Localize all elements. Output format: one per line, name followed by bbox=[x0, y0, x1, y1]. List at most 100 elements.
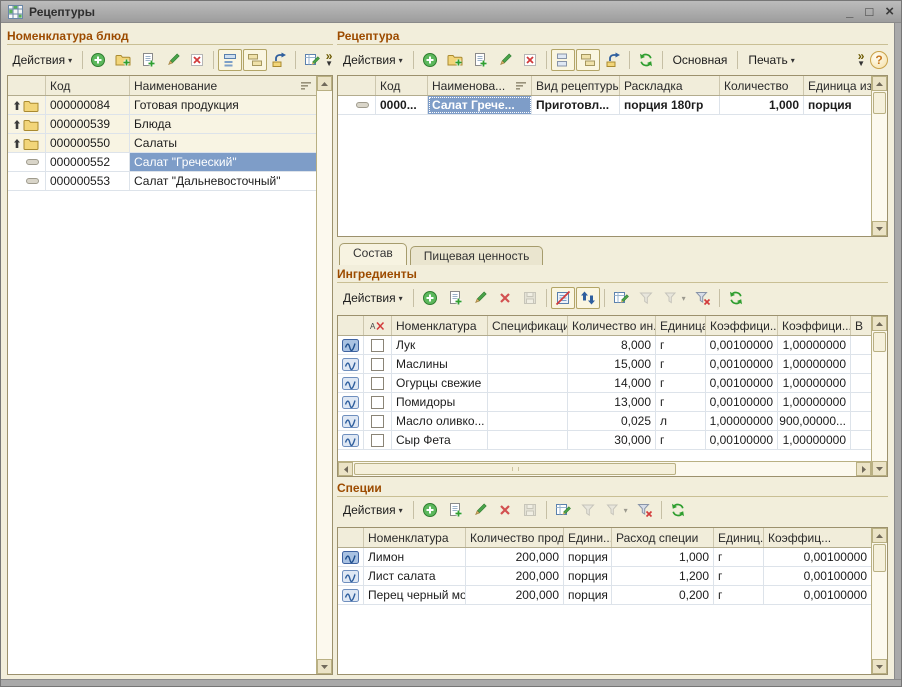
scroll-down-button[interactable] bbox=[872, 221, 887, 236]
vertical-scrollbar[interactable] bbox=[871, 316, 887, 476]
scroll-thumb[interactable] bbox=[873, 332, 886, 352]
tab-composition[interactable]: Состав bbox=[339, 243, 407, 265]
coef-column-header[interactable]: Коэффиц... bbox=[764, 528, 871, 547]
add-button[interactable] bbox=[418, 287, 442, 309]
nomenclature-column-header[interactable]: Номенклатура bbox=[364, 528, 466, 547]
add-group-button[interactable] bbox=[111, 49, 135, 71]
filter-by-value-button[interactable]: ▾ bbox=[601, 499, 632, 521]
group-view-button[interactable] bbox=[243, 49, 267, 71]
clear-filter-button[interactable] bbox=[633, 499, 657, 521]
scroll-track[interactable] bbox=[677, 462, 856, 476]
toolbar-overflow-button[interactable]: » ▼ bbox=[325, 52, 333, 68]
add-button[interactable] bbox=[87, 49, 111, 71]
add-button[interactable] bbox=[418, 49, 442, 71]
group-view-button[interactable] bbox=[576, 49, 600, 71]
toolbar-overflow-button[interactable]: » ▼ bbox=[857, 52, 865, 68]
filter-button[interactable] bbox=[576, 499, 600, 521]
table-row[interactable]: 000000084 Готовая продукция bbox=[8, 96, 316, 115]
name-column-header[interactable]: Наименование bbox=[130, 76, 316, 95]
refresh-button[interactable] bbox=[634, 49, 658, 71]
consumption-column-header[interactable]: Расход специи bbox=[612, 528, 714, 547]
tab-nutrition[interactable]: Пищевая ценность bbox=[410, 246, 544, 265]
row-checkbox[interactable] bbox=[371, 434, 384, 447]
specification-column-header[interactable]: Спецификаци... bbox=[488, 316, 568, 335]
list-settings-button[interactable] bbox=[609, 287, 633, 309]
save-totals-button[interactable] bbox=[518, 499, 542, 521]
refresh-button[interactable] bbox=[666, 499, 690, 521]
clear-filter-button[interactable] bbox=[691, 287, 715, 309]
filter-button[interactable] bbox=[634, 287, 658, 309]
add-button[interactable] bbox=[418, 499, 442, 521]
table-row[interactable]: 000000550 Салаты bbox=[8, 134, 316, 153]
table-row[interactable]: 000000539 Блюда bbox=[8, 115, 316, 134]
row-order-button[interactable] bbox=[576, 287, 600, 309]
copy-button[interactable] bbox=[468, 49, 492, 71]
scroll-thumb[interactable] bbox=[354, 463, 676, 475]
scroll-track[interactable] bbox=[317, 91, 332, 659]
recipe-type-column-header[interactable]: Вид рецептуры bbox=[532, 76, 620, 95]
copy-button[interactable] bbox=[443, 287, 467, 309]
table-row-selected[interactable]: 0000... Салат Грече... Приготовл... порц… bbox=[338, 96, 871, 115]
main-view-button[interactable]: Основная bbox=[667, 49, 734, 71]
refresh-button[interactable] bbox=[724, 287, 748, 309]
table-row[interactable]: Маслины 15,000 г 0,00100000 1,00000000 bbox=[338, 355, 871, 374]
add-group-button[interactable] bbox=[443, 49, 467, 71]
window-border-right[interactable] bbox=[894, 23, 901, 686]
row-checkbox[interactable] bbox=[371, 396, 384, 409]
row-checkbox[interactable] bbox=[371, 377, 384, 390]
name-column-header[interactable]: Наименова... bbox=[428, 76, 532, 95]
scroll-up-button[interactable] bbox=[872, 528, 887, 543]
list-settings-button[interactable] bbox=[551, 499, 575, 521]
table-row[interactable]: Огурцы свежие 14,000 г 0,00100000 1,0000… bbox=[338, 374, 871, 393]
vertical-scrollbar[interactable] bbox=[871, 528, 887, 674]
save-totals-button[interactable] bbox=[518, 287, 542, 309]
maximize-button[interactable]: □ bbox=[865, 5, 873, 18]
ingredients-actions-button[interactable]: Действия ▾ bbox=[337, 287, 409, 309]
coef1-column-header[interactable]: Коэффици... bbox=[706, 316, 778, 335]
unit-column-header[interactable]: Единица изм... bbox=[804, 76, 871, 95]
row-checkbox[interactable] bbox=[371, 415, 384, 428]
list-settings-button[interactable] bbox=[300, 49, 324, 71]
table-row[interactable]: 000000553 Салат "Дальневосточный" bbox=[8, 172, 316, 191]
no-recalc-column-header[interactable]: А bbox=[364, 316, 392, 335]
row-checkbox[interactable] bbox=[371, 339, 384, 352]
scroll-up-button[interactable] bbox=[317, 76, 332, 91]
quantity-column-header[interactable]: Количество bbox=[720, 76, 804, 95]
delete-button[interactable] bbox=[185, 49, 209, 71]
layout-column-header[interactable]: Раскладка bbox=[620, 76, 720, 95]
help-button[interactable]: ? bbox=[870, 51, 888, 69]
toggle-inactive-rows-button[interactable] bbox=[551, 287, 575, 309]
scroll-down-button[interactable] bbox=[872, 659, 887, 674]
edit-button[interactable] bbox=[468, 287, 492, 309]
scroll-down-button[interactable] bbox=[872, 461, 887, 476]
coef2-column-header[interactable]: Коэффици... bbox=[778, 316, 851, 335]
move-to-group-button[interactable] bbox=[268, 49, 292, 71]
window-border-bottom[interactable] bbox=[1, 679, 901, 686]
code-column-header[interactable]: Код bbox=[46, 76, 130, 95]
vertical-scrollbar[interactable] bbox=[871, 76, 887, 236]
delete-button[interactable] bbox=[493, 499, 517, 521]
spices-actions-button[interactable]: Действия ▾ bbox=[337, 499, 409, 521]
title-bar[interactable]: Рецептуры _ □ × bbox=[1, 1, 901, 23]
table-row[interactable]: Масло оливко... 0,025 л 1,00000000 900,0… bbox=[338, 412, 871, 431]
tree-column-header[interactable] bbox=[8, 76, 46, 95]
edit-button[interactable] bbox=[468, 499, 492, 521]
scroll-thumb[interactable] bbox=[873, 544, 886, 572]
hierarchy-view-button[interactable] bbox=[551, 49, 575, 71]
unit-column-header[interactable]: Единица bbox=[656, 316, 706, 335]
nomenclature-column-header[interactable]: Номенклатура bbox=[392, 316, 488, 335]
scroll-up-button[interactable] bbox=[872, 316, 887, 331]
horizontal-scrollbar[interactable] bbox=[338, 461, 871, 476]
cut-column-header[interactable]: В bbox=[851, 316, 871, 335]
delete-button[interactable] bbox=[518, 49, 542, 71]
edit-button[interactable] bbox=[493, 49, 517, 71]
scroll-track[interactable] bbox=[872, 573, 887, 659]
scroll-up-button[interactable] bbox=[872, 76, 887, 91]
copy-button[interactable] bbox=[443, 499, 467, 521]
minimize-button[interactable]: _ bbox=[846, 5, 853, 18]
scroll-left-button[interactable] bbox=[338, 462, 353, 476]
table-row[interactable]: Сыр Фета 30,000 г 0,00100000 1,00000000 bbox=[338, 431, 871, 450]
scroll-right-button[interactable] bbox=[856, 462, 871, 476]
scroll-track[interactable] bbox=[872, 115, 887, 221]
table-row-selected[interactable]: 000000552 Салат "Греческий" bbox=[8, 153, 316, 172]
